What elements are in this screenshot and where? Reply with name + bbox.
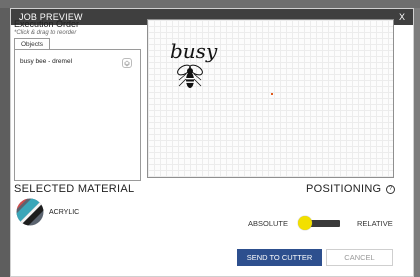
material-swatch-icon[interactable]	[16, 198, 44, 226]
cancel-button[interactable]: CANCEL	[326, 249, 393, 266]
background-backdrop-top	[0, 0, 420, 8]
busy-artwork-text: busy	[170, 39, 218, 63]
material-name: ACRYLIC	[49, 209, 80, 216]
positioning-heading: POSITIONING	[306, 183, 382, 195]
background-backdrop-left	[0, 0, 10, 277]
list-item[interactable]: busy bee - dremel	[15, 50, 140, 76]
bee-icon	[177, 64, 203, 88]
busy-bee-artwork[interactable]: busy	[168, 36, 226, 94]
execution-order-title: Execution Order	[14, 19, 80, 29]
relative-label[interactable]: RELATIVE	[357, 219, 393, 228]
absolute-label[interactable]: ABSOLUTE	[248, 219, 288, 228]
layer-icon[interactable]	[122, 58, 132, 68]
execution-order-list: busy bee - dremel	[14, 49, 141, 181]
execution-order-hint: *Click & drag to reorder	[14, 30, 77, 36]
help-circle-icon[interactable]: ?	[386, 185, 395, 194]
origin-marker	[271, 93, 273, 95]
close-icon[interactable]: X	[399, 12, 405, 22]
tab-objects[interactable]: Objects	[14, 38, 50, 49]
send-to-cutter-button[interactable]: SEND TO CUTTER	[237, 249, 322, 266]
list-item-label: busy bee - dremel	[20, 58, 73, 65]
positioning-toggle-knob[interactable]	[298, 216, 312, 230]
selected-material-heading: SELECTED MATERIAL	[14, 183, 135, 195]
